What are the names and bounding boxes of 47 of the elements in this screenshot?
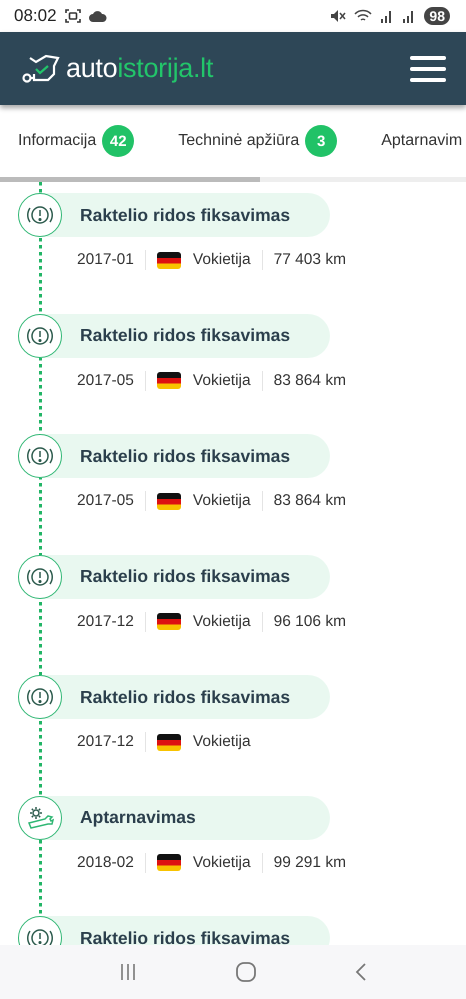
event-date: 2018-02 [77, 854, 134, 872]
event-country: Vokietija [192, 733, 251, 751]
home-icon[interactable] [236, 962, 256, 982]
flag-icon [156, 734, 181, 750]
event-mileage: 83 864 km [274, 492, 346, 510]
status-time: 08:02 [14, 6, 57, 26]
count-badge: 42 [102, 125, 134, 157]
flag-icon [156, 492, 181, 510]
event-date: 2017-05 [77, 372, 134, 390]
tab[interactable]: Techninė apžiūra 3 [178, 125, 338, 157]
wifi-icon [354, 9, 372, 23]
event-date: 2017-12 [77, 612, 134, 630]
event-date: 2017-01 [77, 251, 134, 269]
event-country: Vokietija [192, 854, 251, 872]
event-mileage: 99 291 km [274, 854, 346, 872]
event-country: Vokietija [192, 251, 251, 269]
count-badge: 3 [305, 125, 338, 157]
event-country: Vokietija [192, 492, 251, 510]
event-date: 2017-05 [77, 492, 134, 510]
event-title: Raktelio ridos fiksavimas [80, 446, 290, 466]
event-title: Aptarnavimas [80, 807, 196, 828]
flag-icon [156, 252, 181, 268]
event-title: Raktelio ridos fiksavimas [80, 325, 290, 346]
event-title: Raktelio ridos fiksavimas [80, 566, 290, 587]
logo-icon [22, 54, 60, 84]
event-mileage: 77 403 km [274, 251, 346, 269]
event-title: Raktelio ridos fiksavimas [80, 686, 290, 708]
event-mileage: 96 106 km [274, 612, 346, 630]
event-title: Raktelio ridos fiksavimas [80, 204, 290, 226]
tab[interactable]: Aptarnavim [381, 132, 462, 150]
logo-text[interactable]: autoistorija.lt [66, 53, 214, 84]
mute-icon [330, 9, 346, 23]
menu-button[interactable] [410, 56, 446, 82]
battery-level: 98 [424, 7, 450, 25]
cloud-icon [88, 10, 107, 22]
flag-icon [156, 854, 181, 871]
back-icon[interactable] [354, 963, 367, 981]
flag-icon [156, 613, 181, 630]
screenshot-icon [64, 9, 81, 23]
tab[interactable]: Informacija 42 [18, 125, 134, 157]
event-mileage: 83 864 km [274, 372, 346, 390]
event-country: Vokietija [192, 372, 251, 390]
flag-icon [156, 372, 181, 389]
event-title: Raktelio ridos fiksavimas [80, 928, 290, 945]
recent-apps-icon[interactable] [119, 963, 138, 981]
event-country: Vokietija [192, 612, 251, 630]
event-date: 2017-12 [77, 733, 134, 751]
